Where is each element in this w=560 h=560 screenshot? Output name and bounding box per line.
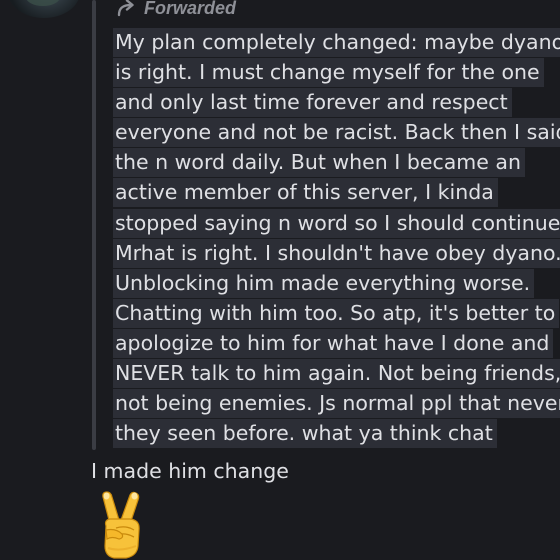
forward-arrow-icon — [116, 0, 138, 18]
forwarded-line: is right. I must change myself for the o… — [113, 57, 553, 88]
forwarded-line: Unblocking him made everything worse. — [113, 268, 553, 298]
forwarded-label: Forwarded — [144, 0, 237, 18]
forwarded-line: My plan completely changed: maybe dyano — [113, 27, 560, 57]
forwarded-header: Forwarded — [116, 0, 236, 22]
forwarded-line: Chatting with him too. So atp, it's bett… — [113, 298, 560, 328]
chat-view: Forwarded My plan completely changed: ma… — [0, 0, 560, 560]
avatar[interactable] — [8, 0, 80, 18]
forward-quote-bar — [92, 0, 96, 450]
forwarded-line: everyone and not be racist. Back then I … — [113, 117, 560, 148]
forwarded-line: stopped saying n word so I should contin… — [113, 208, 560, 238]
forwarded-line: Mrhat is right. I shouldn't have obey dy… — [113, 238, 560, 268]
victory-hand-emoji-icon — [94, 490, 154, 560]
avatar-detail — [26, 0, 60, 6]
forwarded-line: the n word daily. But when I became an — [113, 147, 553, 178]
forwarded-line: apologize to him for what have I done an… — [113, 328, 554, 358]
forwarded-message-text: My plan completely changed: maybe dyano … — [113, 27, 560, 449]
forwarded-line: not being enemies. Js normal ppl that ne… — [113, 388, 560, 419]
forwarded-line: active member of this server, I kinda — [113, 177, 553, 208]
forwarded-line: NEVER talk to him again. Not being frien… — [113, 358, 560, 389]
forwarded-line: they seen before. what ya think chat — [113, 418, 553, 449]
forwarded-line: and only last time forever and respect — [113, 87, 553, 118]
reply-message-text: I made him change — [91, 459, 289, 483]
